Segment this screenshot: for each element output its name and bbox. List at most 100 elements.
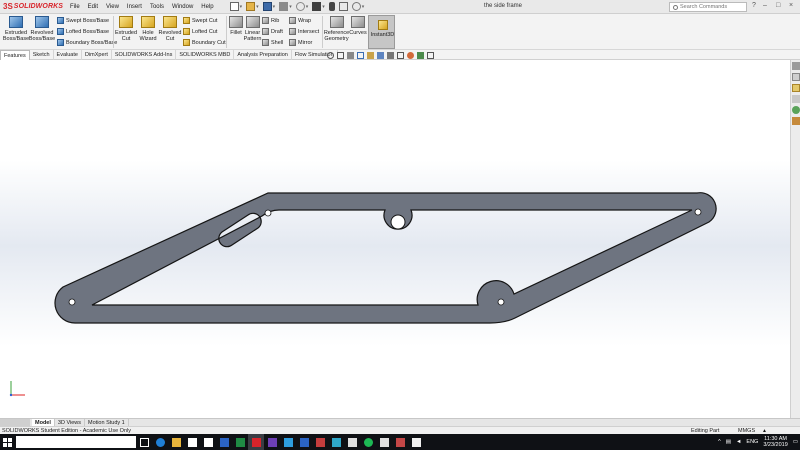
mounting-hole[interactable] [264,209,272,217]
tab-sketch[interactable]: Sketch [30,50,54,60]
menu-window[interactable]: Window [168,4,197,10]
excel-button[interactable] [232,434,248,450]
app-button[interactable] [392,434,408,450]
tab-mbd[interactable]: SOLIDWORKS MBD [176,50,235,60]
mounting-hole[interactable] [497,298,505,306]
design-library-icon[interactable] [792,73,800,81]
tab-features[interactable]: Features [0,50,30,60]
mail-button[interactable] [200,434,216,450]
extruded-boss-button[interactable]: Extruded Boss/Base [3,16,29,42]
view-settings-icon[interactable] [427,51,434,59]
swept-cut-button[interactable]: Swept Cut [183,17,217,24]
instant3d-button[interactable]: Instant3D [368,15,395,49]
lofted-boss-button[interactable]: Lofted Boss/Base [57,28,109,35]
part-side-frame[interactable] [0,60,790,418]
appearances-icon[interactable] [792,106,800,114]
previous-view-icon[interactable] [347,51,354,59]
app-button[interactable] [344,434,360,450]
notifications-icon[interactable]: ▭ [793,439,798,445]
chevron-down-icon[interactable]: ▾ [240,4,243,10]
apply-scene-icon[interactable] [417,51,424,59]
mounting-hole[interactable] [390,214,406,230]
app-button[interactable] [312,434,328,450]
solidworks-taskbar-button[interactable] [248,434,264,450]
app-button[interactable] [408,434,424,450]
tab-add-ins[interactable]: SOLIDWORKS Add-Ins [112,50,177,60]
intersect-button[interactable]: Intersect [289,28,319,35]
part-outline[interactable] [54,192,717,324]
view-orientation-icon[interactable] [377,51,384,59]
task-view-button[interactable] [136,434,152,450]
app-button[interactable] [280,434,296,450]
taskbar-search-box[interactable] [16,436,136,448]
app-button[interactable] [376,434,392,450]
hole-wizard-button[interactable]: Hole Wizard [137,16,159,42]
menu-insert[interactable]: Insert [123,4,146,10]
edit-appearance-icon[interactable] [407,51,414,59]
boundary-boss-button[interactable]: Boundary Boss/Base [57,39,117,46]
file-explorer-icon[interactable] [792,84,800,92]
chevron-down-icon[interactable]: ▾ [362,4,365,10]
tab-dimxpert[interactable]: DimXpert [82,50,112,60]
lofted-cut-button[interactable]: Lofted Cut [183,28,217,35]
menu-file[interactable]: File [66,4,84,10]
shell-button[interactable]: Shell [262,39,283,46]
tab-evaluate[interactable]: Evaluate [54,50,82,60]
new-document-icon[interactable] [229,2,239,11]
help-button[interactable]: ? [752,2,756,9]
zoom-area-icon[interactable] [337,51,344,59]
app-button[interactable] [328,434,344,450]
menu-help[interactable]: Help [197,4,217,10]
wrap-button[interactable]: Wrap [289,17,311,24]
menu-edit[interactable]: Edit [84,4,102,10]
solidworks-logo[interactable]: 3S SOLIDWORKS [0,2,66,11]
custom-properties-icon[interactable] [792,117,800,125]
chevron-down-icon[interactable]: ▾ [322,4,325,10]
hide-show-items-icon[interactable] [397,51,404,59]
network-icon[interactable]: ▤ [726,439,731,445]
open-folder-icon[interactable] [246,2,256,11]
file-explorer-button[interactable] [168,434,184,450]
revolved-boss-button[interactable]: Revolved Boss/Base [29,16,55,42]
volume-icon[interactable]: ◄ [736,439,741,445]
view-palette-icon[interactable] [792,95,800,103]
clock[interactable]: 11:30 AM 3/23/2019 [763,436,787,448]
menu-tools[interactable]: Tools [146,4,168,10]
rebuild-icon[interactable] [328,2,335,11]
start-button[interactable] [0,434,14,450]
r-studio-button[interactable] [184,434,200,450]
chevron-up-icon[interactable]: ^ [718,439,721,445]
curves-button[interactable]: Curves [349,16,367,36]
linear-pattern-button[interactable]: Linear Pattern [244,16,261,42]
print-icon[interactable] [279,2,289,11]
language-indicator[interactable]: ENG [746,439,758,445]
options-gear-icon[interactable] [351,2,361,11]
search-input[interactable] [680,4,742,10]
file-properties-icon[interactable] [338,2,348,11]
search-commands-box[interactable] [669,2,747,12]
display-style-icon[interactable] [387,51,394,59]
graphics-area[interactable] [0,60,790,418]
solidworks-resources-icon[interactable] [792,62,800,70]
section-view-icon[interactable] [357,51,364,59]
mounting-hole[interactable] [68,298,76,306]
extruded-cut-button[interactable]: Extruded Cut [115,16,137,42]
rib-button[interactable]: Rib [262,17,279,24]
mounting-hole[interactable] [694,208,702,216]
swept-boss-button[interactable]: Swept Boss/Base [57,17,109,24]
revolved-cut-button[interactable]: Revolved Cut [159,16,181,42]
draft-button[interactable]: Draft [262,28,283,35]
chevron-down-icon[interactable]: ▾ [289,4,292,10]
menu-view[interactable]: View [102,4,123,10]
reference-geometry-button[interactable]: Reference Geometry [324,16,349,42]
select-pointer-icon[interactable] [312,2,322,11]
restore-button[interactable]: □ [776,2,780,9]
app-button[interactable] [296,434,312,450]
boundary-cut-button[interactable]: Boundary Cut [183,39,226,46]
chevron-down-icon[interactable]: ▾ [256,4,259,10]
minimize-button[interactable]: – [763,2,767,9]
fillet-button[interactable]: Fillet [228,16,244,36]
save-icon[interactable] [262,2,272,11]
undo-icon[interactable] [295,2,305,11]
chevron-down-icon[interactable]: ▾ [273,4,276,10]
